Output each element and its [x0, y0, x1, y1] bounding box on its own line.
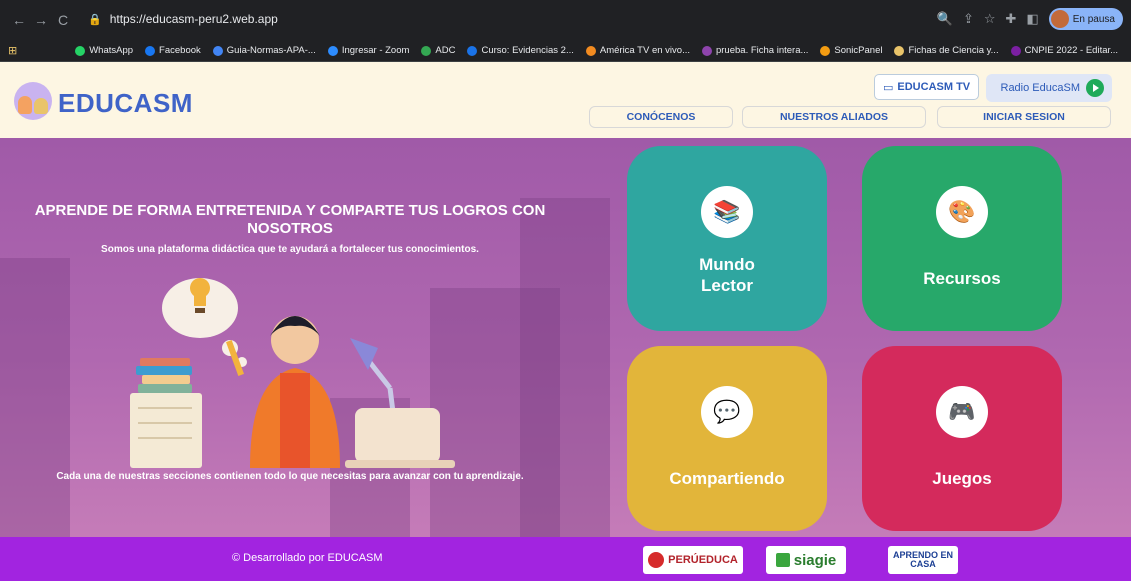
partner-aprendo-en-casa[interactable]: APRENDO EN CASA	[888, 546, 958, 574]
partner-perueduca[interactable]: PERÚEDUCA	[643, 546, 743, 574]
bookmark-label: Curso: Evidencias 2...	[481, 45, 574, 56]
profile-avatar	[1050, 10, 1069, 28]
card-label: Recursos	[923, 269, 1001, 288]
card-mundo-lector[interactable]: 📚 Mundo Lector	[627, 146, 827, 331]
bookmark-item[interactable]: Fichas de Ciencia y...	[894, 45, 999, 56]
sidepanel-icon[interactable]: ◧	[1026, 11, 1038, 27]
bookmark-item[interactable]: SonicPanel	[820, 45, 882, 56]
browser-toolbar-right: 🔍 ⇪ ☆ ✚ ◧ En pausa	[937, 7, 1123, 31]
logo-image[interactable]	[14, 82, 52, 120]
card-recursos[interactable]: 🎨 Recursos	[862, 146, 1062, 331]
nav-conocenos[interactable]: CONÓCENOS	[589, 106, 733, 128]
forward-arrow-icon[interactable]: →	[30, 9, 52, 31]
student-illustration	[130, 278, 455, 468]
browser-titlebar: ← → C 🔒 https://educasm-peru2.web.app 🔍 …	[0, 0, 1131, 40]
sharing-icon: 💬	[701, 386, 753, 438]
bookmark-item[interactable]: Ingresar - Zoom	[327, 45, 410, 56]
bookmarks-bar: ⊞ WhatsApp Facebook Guia-Normas-APA-... Ing…	[0, 40, 1131, 62]
bookmark-icon	[212, 45, 223, 56]
bookmark-item[interactable]: prueba. Ficha intera...	[701, 45, 809, 56]
books-icon: 📚	[701, 186, 753, 238]
site-header: EDUCASM ▭ EDUCASM TV Radio EducaSM CONÓC…	[0, 62, 1131, 138]
perueduca-logo-icon	[648, 552, 665, 568]
address-bar[interactable]: 🔒 https://educasm-peru2.web.app	[88, 6, 988, 32]
reload-icon[interactable]: C	[52, 9, 74, 31]
nav-aliados[interactable]: NUESTROS ALIADOS	[742, 106, 926, 128]
bookmark-item[interactable]: WhatsApp	[75, 45, 133, 56]
bookmark-label: Ingresar - Zoom	[341, 45, 410, 56]
bookmark-label: SonicPanel	[834, 45, 883, 56]
bookmark-icon	[820, 45, 831, 56]
bookmark-icon	[467, 45, 478, 56]
bookmark-label: WhatsApp	[89, 45, 134, 56]
profile-status: En pausa	[1072, 13, 1115, 25]
radio-label: Radio EducaSM	[1000, 82, 1081, 94]
bookmark-item[interactable]: CNPIE 2022 - Editar...	[1010, 45, 1119, 56]
card-label: Mundo Lector	[699, 255, 755, 295]
lock-icon: 🔒	[88, 13, 102, 26]
star-icon[interactable]: ☆	[984, 11, 996, 27]
bookmark-label: Facebook	[159, 45, 201, 56]
share-icon[interactable]: ⇪	[963, 11, 974, 27]
bookmark-item[interactable]: Facebook	[145, 45, 201, 56]
card-compartiendo[interactable]: 💬 Compartiendo	[627, 346, 827, 531]
card-juegos[interactable]: 🎮 Juegos	[862, 346, 1062, 531]
card-label: Compartiendo	[669, 469, 785, 488]
extensions-icon[interactable]: ✚	[1006, 11, 1017, 27]
profile-button[interactable]: En pausa	[1048, 8, 1123, 30]
bookmark-label: América TV en vivo...	[599, 45, 690, 56]
hero-bottom-text: Cada una de nuestras secciones contienen…	[56, 471, 524, 482]
bookmark-icon	[145, 45, 156, 56]
site-footer: © Desarrollado por EDUCASM PERÚEDUCA sia…	[0, 537, 1131, 581]
bookmark-icon	[701, 45, 712, 56]
bookmark-label: prueba. Ficha intera...	[715, 45, 809, 56]
bookmark-item[interactable]: ADC	[421, 45, 455, 56]
siagie-logo-icon	[775, 553, 790, 567]
radio-button[interactable]: Radio EducaSM	[986, 74, 1112, 102]
bookmark-label: Guia-Normas-APA-...	[226, 45, 316, 56]
resources-icon: 🎨	[936, 186, 988, 238]
games-icon: 🎮	[936, 386, 988, 438]
bookmark-label: CNPIE 2022 - Editar...	[1024, 45, 1119, 56]
apps-grid-icon[interactable]: ⊞	[8, 44, 17, 57]
partner-label: siagie	[793, 551, 837, 569]
card-label: Juegos	[932, 469, 992, 488]
url-text: https://educasm-peru2.web.app	[109, 12, 278, 26]
partner-siagie[interactable]: siagie	[766, 546, 846, 574]
nav-iniciar-sesion[interactable]: INICIAR SESION	[937, 106, 1111, 128]
bookmark-icon	[894, 45, 905, 56]
bookmark-item[interactable]: Guia-Normas-APA-...	[212, 45, 316, 56]
bookmark-icon	[327, 45, 338, 56]
back-arrow-icon[interactable]: ←	[8, 9, 30, 31]
play-icon	[1086, 79, 1104, 97]
zoom-icon[interactable]: 🔍	[937, 11, 953, 27]
hero-section: APRENDE DE FORMA ENTRETENIDA Y COMPARTE …	[0, 138, 1131, 537]
tv-label: EDUCASM TV	[897, 81, 971, 93]
bookmark-item[interactable]: Curso: Evidencias 2...	[467, 45, 574, 56]
partner-label: PERÚEDUCA	[668, 554, 738, 566]
bookmark-icon	[585, 45, 596, 56]
footer-copyright: © Desarrollado por EDUCASM	[232, 552, 383, 564]
hero-title: APRENDE DE FORMA ENTRETENIDA Y COMPARTE …	[34, 202, 546, 237]
bookmark-label: ADC	[435, 45, 456, 56]
bookmark-item[interactable]: América TV en vivo...	[585, 45, 690, 56]
bookmark-icon	[1010, 45, 1021, 56]
hero-subtitle: Somos una plataforma didáctica que te ay…	[101, 244, 479, 255]
logo-text[interactable]: EDUCASM	[58, 88, 193, 119]
bookmark-icon	[421, 45, 432, 56]
educasm-tv-button[interactable]: ▭ EDUCASM TV	[874, 74, 980, 100]
bookmark-icon	[75, 45, 86, 56]
bookmark-label: Fichas de Ciencia y...	[908, 45, 999, 56]
tv-icon: ▭	[883, 81, 894, 94]
